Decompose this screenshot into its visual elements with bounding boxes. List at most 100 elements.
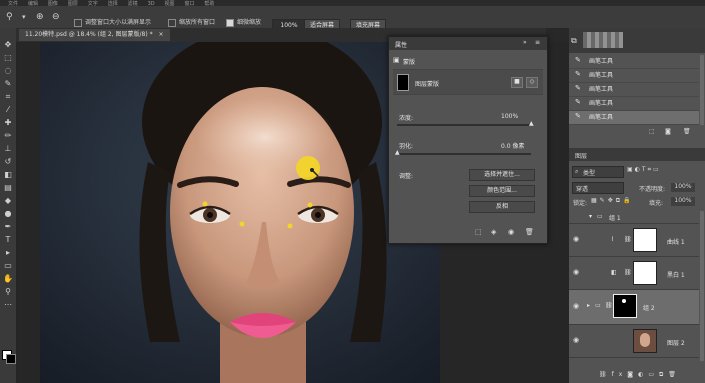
properties-panel: 属性 » ≡ ▣ 蒙版 图层蒙版 ■ ◇ 浓度: 100% ▲ 羽化: 0.0 … <box>388 36 548 244</box>
invert-button[interactable]: 反相 <box>469 201 535 213</box>
zoom-all-option[interactable]: 缩放所有窗口 <box>168 17 215 28</box>
resize-windows-checkbox[interactable] <box>74 18 82 27</box>
history-panel-icon[interactable]: ⧉ <box>571 36 577 46</box>
brush-icon: ✎ <box>575 56 581 64</box>
group-collapse-icon[interactable]: ▸ <box>587 302 590 309</box>
group-expand-icon[interactable]: ▾ <box>589 213 592 220</box>
visibility-eye-icon[interactable]: ◉ <box>573 302 579 310</box>
layer-row-black-white-1[interactable]: ◉ ◧ ⛓ 黑白 1 <box>569 257 699 290</box>
layer-row-group-2[interactable]: ◉ ▸ ▭ ⛓ 组 2 <box>569 290 699 325</box>
history-item[interactable]: ✎ 画笔工具 <box>569 97 699 111</box>
fill-value[interactable]: 100% <box>671 197 695 206</box>
eraser-tool-icon[interactable]: ◧ <box>3 170 13 179</box>
scrubby-zoom-option[interactable]: 细微缩放 <box>226 17 261 28</box>
brush-icon: ✎ <box>575 98 581 106</box>
layers-scrollbar[interactable] <box>700 211 704 361</box>
zoom-tool-side-icon[interactable]: ⚲ <box>3 287 13 296</box>
feather-value[interactable]: 0.0 像素 <box>501 141 524 150</box>
visibility-eye-icon[interactable]: ◉ <box>573 268 579 276</box>
gradient-tool-icon[interactable]: ▤ <box>3 183 13 192</box>
layer-row-curves-1[interactable]: ◉ ⌇ ⛓ 曲线 1 <box>569 224 699 257</box>
blur-tool-icon[interactable]: ◆ <box>3 196 13 205</box>
path-select-icon[interactable]: ▸ <box>3 248 13 257</box>
layer-row-layer-2[interactable]: ◉ 图层 2 <box>569 325 699 358</box>
zoom-all-checkbox[interactable] <box>168 18 176 27</box>
mask-thumbnail[interactable] <box>397 74 409 91</box>
options-bar: ⚲ ▾ ⊕ ⊖ 调整窗口大小以满屏显示 缩放所有窗口 细微缩放 100% 适合屏… <box>0 6 705 32</box>
hand-tool-icon[interactable]: ✋ <box>3 274 13 283</box>
lasso-tool-icon[interactable]: ◌ <box>3 66 13 75</box>
color-range-button[interactable]: 颜色范围... <box>469 185 535 197</box>
camera-icon[interactable]: ◙ <box>665 128 671 135</box>
quick-select-icon[interactable]: ✎ <box>3 79 13 88</box>
link-icon: ⛓ <box>605 302 613 309</box>
new-document-from-state-icon[interactable]: ⬚ <box>649 128 655 135</box>
portrait-photo[interactable] <box>40 42 440 383</box>
blend-mode-select[interactable]: 穿透 <box>572 182 624 194</box>
history-scrollbar[interactable] <box>700 55 704 125</box>
crop-tool-icon[interactable]: ⌗ <box>3 92 13 101</box>
eyedropper-icon[interactable]: ⁄ <box>3 105 13 114</box>
load-selection-icon[interactable]: ⬚ <box>475 228 482 236</box>
pixel-mask-button[interactable]: ■ <box>511 77 523 88</box>
mask-section-label: 蒙版 <box>403 59 416 66</box>
more-tools-icon[interactable]: ⋯ <box>3 300 13 309</box>
visibility-eye-icon[interactable]: ◉ <box>573 235 579 243</box>
panel-menu-icon[interactable]: ≡ <box>535 39 540 46</box>
resize-windows-option[interactable]: 调整窗口大小以满屏显示 <box>74 17 151 28</box>
collapse-panel-icon[interactable]: » <box>523 39 527 46</box>
history-snapshot-thumbnail[interactable] <box>583 32 623 48</box>
history-item[interactable]: ✎ 画笔工具 <box>569 55 699 69</box>
zoom-out-icon[interactable]: ⊖ <box>52 12 60 23</box>
visibility-eye-icon[interactable]: ◉ <box>573 336 579 344</box>
history-item[interactable]: ✎ 画笔工具 <box>569 69 699 83</box>
opacity-label: 不透明度: <box>639 186 666 193</box>
document-tab[interactable]: 11.20模特.psd @ 18.4% (组 2, 图层蒙版/8) * × <box>19 29 170 41</box>
delete-mask-icon[interactable]: 🗑 <box>525 228 534 236</box>
density-slider-thumb[interactable]: ▲ <box>529 120 534 127</box>
lock-icons[interactable]: ▦✎✥⧉🔒 <box>591 197 633 205</box>
zoom-in-icon[interactable]: ⊕ <box>36 12 44 23</box>
opacity-value[interactable]: 100% <box>671 183 695 192</box>
density-slider[interactable] <box>397 124 531 126</box>
history-header: ⧉ <box>569 28 705 53</box>
brush-icon: ✎ <box>575 70 581 78</box>
background-color-swatch[interactable] <box>6 354 16 364</box>
trash-icon[interactable]: 🗑 <box>683 128 691 135</box>
history-item[interactable]: ✎ 画笔工具 <box>569 83 699 97</box>
density-label: 浓度: <box>399 115 414 122</box>
pen-tool-icon[interactable]: ✒ <box>3 222 13 231</box>
clone-stamp-icon[interactable]: ⊥ <box>3 144 13 153</box>
healing-brush-icon[interactable]: ✚ <box>3 118 13 127</box>
curves-adjustment-icon: ⌇ <box>611 236 614 243</box>
brush-tool-icon[interactable]: ✏ <box>3 131 13 140</box>
density-value[interactable]: 100% <box>501 113 518 120</box>
layer-mask-thumbnail[interactable] <box>633 261 657 285</box>
dodge-tool-icon[interactable]: ● <box>3 209 13 218</box>
layer-row-group-1[interactable]: ▾ ▭ 组 1 <box>569 211 699 224</box>
group-mask-thumbnail[interactable] <box>613 294 637 318</box>
right-panels: ⧉ ✎ 画笔工具 ✎ 画笔工具 ✎ 画笔工具 ✎ 画笔工具 ✎ 画笔工具 ⬚ ◙… <box>569 28 705 383</box>
history-item-active[interactable]: ✎ 画笔工具 <box>569 111 699 125</box>
apply-mask-icon[interactable]: ◈ <box>491 228 496 236</box>
vector-mask-button[interactable]: ◇ <box>526 77 538 88</box>
close-tab-icon[interactable]: × <box>159 31 164 38</box>
filter-icons[interactable]: ▣◐T⌗▭ <box>627 166 661 174</box>
feather-slider[interactable] <box>397 153 531 155</box>
visibility-mask-icon[interactable]: ◉ <box>508 228 514 236</box>
shape-tool-icon[interactable]: ▭ <box>3 261 13 270</box>
layer-mask-thumbnail[interactable] <box>633 228 657 252</box>
dropdown-icon[interactable]: ▾ <box>22 12 26 23</box>
filter-kind-select[interactable]: ⌕ 类型 <box>572 166 624 178</box>
feather-slider-thumb[interactable]: ▲ <box>395 149 400 156</box>
mask-type-label: 图层蒙版 <box>415 81 440 88</box>
layer-thumbnail[interactable] <box>633 329 657 353</box>
select-and-mask-button[interactable]: 选择并遮住... <box>469 169 535 181</box>
zoom-tool-icon[interactable]: ⚲ <box>6 12 13 23</box>
marquee-tool-icon[interactable]: ⬚ <box>3 53 13 62</box>
type-tool-icon[interactable]: T <box>3 235 13 244</box>
move-tool-icon[interactable]: ✥ <box>3 40 13 49</box>
scrubby-zoom-checkbox[interactable] <box>226 18 234 27</box>
layer-actions-bar[interactable]: ⛓fx◙◐▭⧉🗑 <box>599 371 681 379</box>
history-brush-icon[interactable]: ↺ <box>3 157 13 166</box>
